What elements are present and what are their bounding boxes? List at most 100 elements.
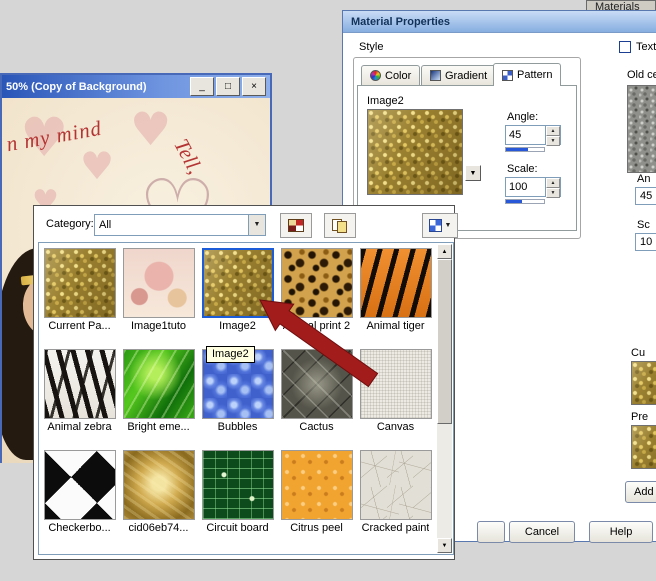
angle-spinner[interactable]: 45 ▲ ▼: [505, 125, 561, 146]
scale-spin-buttons: ▲ ▼: [545, 178, 560, 198]
gold-foil-thumbnail[interactable]: [122, 450, 195, 520]
right-scale-value[interactable]: 10: [635, 233, 656, 251]
spin-up-icon[interactable]: ▲: [546, 126, 560, 136]
checkerboard-thumbnail[interactable]: [43, 450, 116, 520]
minimize-icon: _: [199, 80, 205, 92]
heart-icon: ♥: [130, 102, 172, 156]
pattern-item[interactable]: Circuit board: [198, 448, 277, 549]
category-dropdown[interactable]: All ▼: [94, 214, 266, 236]
pattern-item[interactable]: Animal print 2: [277, 246, 356, 347]
pattern-item[interactable]: Animal zebra: [40, 347, 119, 448]
pattern-item[interactable]: Checkerbo...: [40, 448, 119, 549]
cracked-thumbnail[interactable]: [359, 450, 432, 520]
scale-value[interactable]: 100: [506, 178, 545, 196]
tab-gradient[interactable]: Gradient: [421, 65, 497, 85]
scale-label: Scale:: [507, 163, 538, 175]
pattern-item[interactable]: Image1tuto: [119, 246, 198, 347]
right-angle-value[interactable]: 45: [635, 187, 656, 205]
tiger-thumbnail[interactable]: [359, 248, 432, 318]
old-pattern-label: Old ce: [627, 69, 656, 81]
pattern-item[interactable]: Canvas: [356, 347, 435, 448]
view-options-button[interactable]: ▼: [422, 213, 458, 238]
restore-button[interactable]: □: [216, 77, 240, 96]
pattern-label: Current Pa...: [48, 320, 111, 332]
pattern-label: Cracked paint: [361, 522, 430, 534]
dropdown-arrow-button[interactable]: ▼: [248, 215, 265, 235]
pattern-label: Animal print 2: [282, 320, 351, 332]
dialog-title: Material Properties: [351, 15, 451, 28]
texture-checkbox[interactable]: [619, 41, 631, 53]
scale-slider[interactable]: [505, 199, 545, 204]
pattern-item[interactable]: Image2: [198, 246, 277, 347]
copy-icon: [332, 218, 348, 233]
pattern-item[interactable]: Current Pa...: [40, 246, 119, 347]
pattern-tab-icon: [502, 69, 513, 81]
close-icon: ×: [251, 80, 257, 92]
previous-material-thumbnail: [631, 425, 656, 469]
grid-view-icon: [428, 219, 442, 232]
gold-sequins-thumbnail[interactable]: [43, 248, 116, 318]
ok-button[interactable]: [477, 521, 505, 543]
minimize-button[interactable]: _: [190, 77, 214, 96]
edit-pattern-button[interactable]: [280, 213, 312, 238]
color-tab-icon: [370, 70, 381, 81]
spin-up-icon[interactable]: ▲: [546, 178, 560, 188]
canvas-thumbnail[interactable]: [359, 349, 432, 419]
pink-collage-thumbnail[interactable]: [122, 248, 195, 318]
chevron-down-icon: ▼: [444, 222, 452, 229]
cancel-button[interactable]: Cancel: [509, 521, 575, 543]
scroll-up-button[interactable]: ▲: [437, 244, 452, 259]
close-button[interactable]: ×: [242, 77, 266, 96]
zebra-thumbnail[interactable]: [43, 349, 116, 419]
angle-label: Angle:: [507, 111, 539, 123]
pattern-label: Animal zebra: [47, 421, 112, 433]
spin-down-icon[interactable]: ▼: [546, 188, 560, 198]
angle-value[interactable]: 45: [506, 126, 545, 144]
help-button[interactable]: Help: [589, 521, 653, 543]
scroll-up-icon: ▲: [441, 249, 448, 255]
desktop: Materials 50% (Copy of Background) _ □ ×…: [0, 0, 656, 581]
tooltip: Image2: [206, 346, 255, 363]
emerald-thumbnail[interactable]: [122, 349, 195, 419]
image-window-titlebar[interactable]: 50% (Copy of Background) _ □ ×: [2, 75, 270, 98]
current-material-thumbnail: [631, 361, 656, 405]
pattern-label: cid06eb74...: [128, 522, 189, 534]
old-texture-thumbnail[interactable]: [627, 85, 656, 173]
gold-sequins-thumbnail[interactable]: [201, 248, 274, 318]
pattern-preview-dropdown-button[interactable]: ▼: [465, 165, 481, 181]
tab-pattern-label: Pattern: [517, 69, 553, 81]
add-to-button[interactable]: Add to: [625, 481, 656, 503]
pattern-preview[interactable]: [367, 109, 463, 195]
window-controls: _ □ ×: [190, 77, 266, 96]
category-value: All: [99, 219, 112, 231]
pattern-item[interactable]: Animal tiger: [356, 246, 435, 347]
scale-spinner[interactable]: 100 ▲ ▼: [505, 177, 561, 198]
copy-pattern-button[interactable]: [324, 213, 356, 238]
chevron-down-icon: ▼: [253, 221, 261, 228]
pattern-label: Animal tiger: [366, 320, 425, 332]
chevron-down-icon: ▼: [469, 169, 477, 177]
leopard-thumbnail[interactable]: [280, 248, 353, 318]
pattern-item[interactable]: Bright eme...: [119, 347, 198, 448]
pattern-item[interactable]: cid06eb74...: [119, 448, 198, 549]
scrollbar-thumb[interactable]: [437, 259, 452, 424]
pattern-label: Bubbles: [217, 421, 258, 433]
pattern-item[interactable]: Citrus peel: [277, 448, 356, 549]
angle-slider[interactable]: [505, 147, 545, 152]
restore-icon: □: [224, 80, 232, 92]
citrus-thumbnail[interactable]: [280, 450, 353, 520]
scroll-down-button[interactable]: ▼: [437, 538, 452, 553]
tab-pattern[interactable]: Pattern: [493, 63, 562, 86]
dialog-titlebar[interactable]: Material Properties: [343, 11, 656, 33]
scrollbar[interactable]: ▲ ▼: [437, 244, 452, 553]
quilt-thumbnail[interactable]: [280, 349, 353, 419]
pattern-item[interactable]: Cactus: [277, 347, 356, 448]
pattern-label: Bright eme...: [127, 421, 190, 433]
gradient-tab-icon: [430, 70, 441, 81]
pattern-picker-panel: Category: All ▼ ▼ Current Pa... Image1tut…: [33, 205, 458, 560]
pattern-item[interactable]: Cracked paint: [356, 448, 435, 549]
circuit-thumbnail[interactable]: [201, 450, 274, 520]
spin-down-icon[interactable]: ▼: [546, 136, 560, 146]
image-window-title: 50% (Copy of Background): [6, 80, 147, 93]
tab-color[interactable]: Color: [361, 65, 421, 85]
